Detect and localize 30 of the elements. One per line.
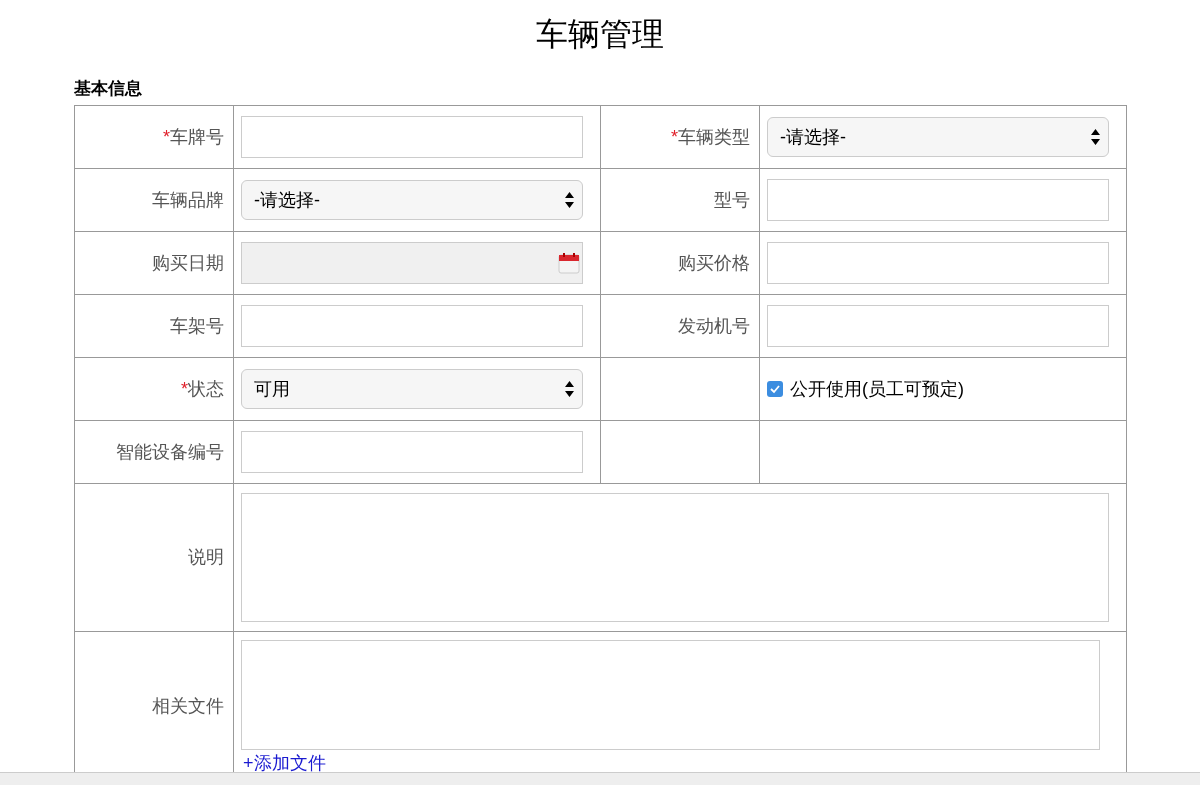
updown-caret-icon xyxy=(565,191,574,209)
field-label: *状态 xyxy=(181,378,224,399)
field-label: *车牌号 xyxy=(163,126,224,147)
select-dropdown[interactable]: 可用 xyxy=(241,369,583,409)
textarea-field[interactable] xyxy=(241,493,1109,622)
page-title: 车辆管理 xyxy=(536,15,664,54)
select-dropdown[interactable]: -请选择- xyxy=(767,117,1109,157)
field-label: 型号 xyxy=(714,189,750,210)
field-label: 智能设备编号 xyxy=(116,441,224,462)
text-input[interactable] xyxy=(767,305,1109,347)
text-input[interactable] xyxy=(241,116,583,158)
updown-caret-icon xyxy=(1091,128,1100,146)
field-label: 车架号 xyxy=(170,315,224,336)
field-label: 说明 xyxy=(188,547,224,567)
select-dropdown[interactable]: -请选择- xyxy=(241,180,583,220)
checkbox[interactable] xyxy=(767,381,783,397)
text-input[interactable] xyxy=(767,242,1109,284)
field-label: 相关文件 xyxy=(152,696,224,716)
text-input[interactable] xyxy=(767,179,1109,221)
add-file-link[interactable]: +添加文件 xyxy=(243,752,326,772)
text-input[interactable] xyxy=(241,305,583,347)
updown-caret-icon xyxy=(565,380,574,398)
field-label: 购买日期 xyxy=(152,252,224,273)
field-label: 购买价格 xyxy=(678,252,750,273)
checkbox-label: 公开使用(员工可预定) xyxy=(790,377,964,401)
text-input[interactable] xyxy=(241,431,583,473)
section-heading: 基本信息 xyxy=(74,78,143,100)
field-label: 发动机号 xyxy=(678,315,750,336)
field-label: 车辆品牌 xyxy=(152,189,224,210)
field-label: *车辆类型 xyxy=(671,126,750,147)
